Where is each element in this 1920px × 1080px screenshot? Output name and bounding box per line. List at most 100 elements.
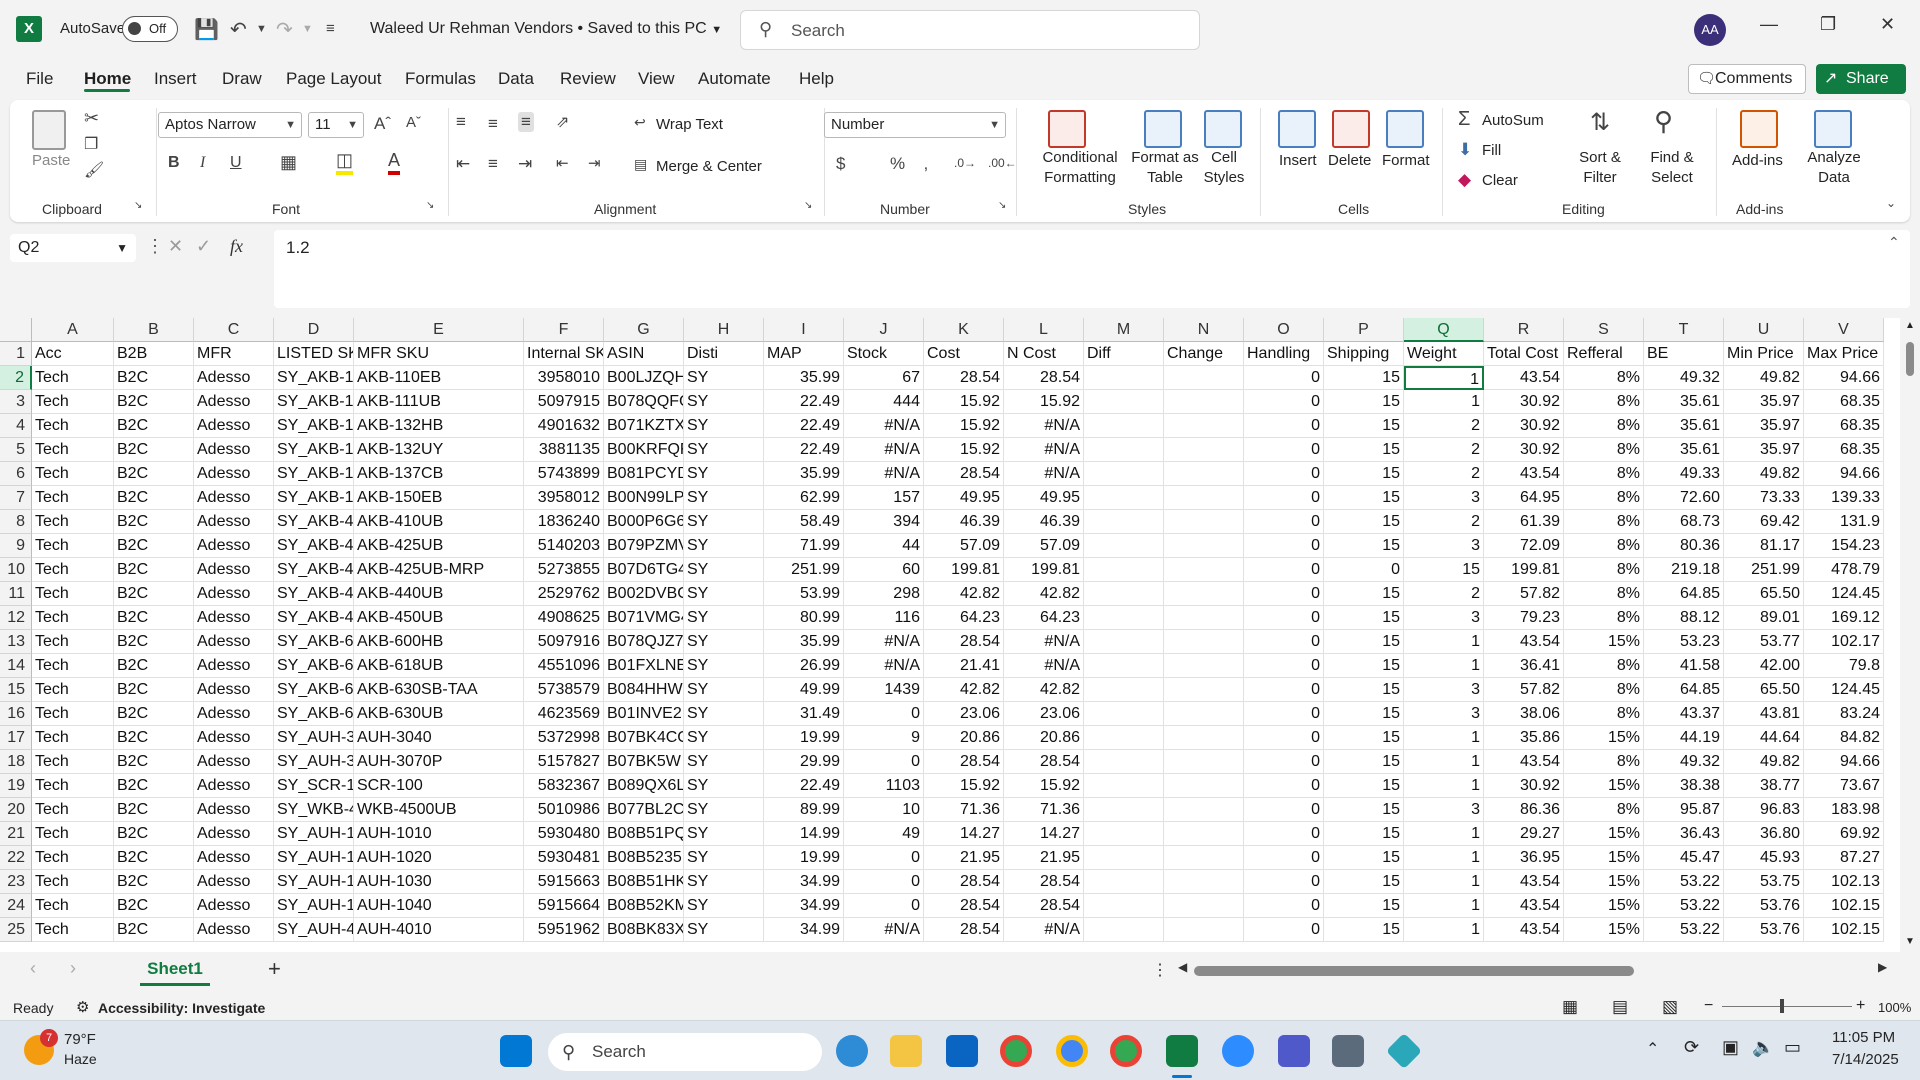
header-cell[interactable]: N Cost	[1004, 342, 1084, 366]
table-cell[interactable]: 5372998	[524, 726, 604, 750]
table-cell[interactable]: 9	[844, 726, 924, 750]
zoom-app-icon[interactable]	[1222, 1035, 1254, 1067]
table-cell[interactable]: 44.19	[1644, 726, 1724, 750]
table-cell[interactable]: 49.95	[924, 486, 1004, 510]
table-cell[interactable]: AUH-1030	[354, 870, 524, 894]
table-cell[interactable]: 1439	[844, 678, 924, 702]
table-cell[interactable]: AKB-150EB	[354, 486, 524, 510]
table-cell[interactable]: 22.49	[764, 438, 844, 462]
table-cell[interactable]	[1084, 702, 1164, 726]
table-cell[interactable]: 34.99	[764, 918, 844, 942]
customize-qat-icon[interactable]: ≡	[326, 20, 335, 37]
table-cell[interactable]: SY	[684, 750, 764, 774]
column-header[interactable]: N	[1164, 318, 1244, 342]
table-cell[interactable]: 1	[1404, 654, 1484, 678]
undo-icon[interactable]: ↶	[230, 17, 247, 42]
accessibility-status[interactable]: Accessibility: Investigate	[98, 1000, 265, 1016]
table-cell[interactable]: 28.54	[1004, 366, 1084, 390]
table-cell[interactable]: 15.92	[1004, 390, 1084, 414]
row-header[interactable]: 21	[0, 822, 32, 846]
table-cell[interactable]: 15	[1324, 582, 1404, 606]
table-cell[interactable]: B2C	[114, 702, 194, 726]
table-cell[interactable]: Adesso	[194, 702, 274, 726]
table-cell[interactable]: 3	[1404, 606, 1484, 630]
table-cell[interactable]: 43.81	[1724, 702, 1804, 726]
table-cell[interactable]: SY_AKB-425UB-MRP	[274, 558, 354, 582]
table-cell[interactable]: 14.99	[764, 822, 844, 846]
table-cell[interactable]: Tech	[32, 486, 114, 510]
table-cell[interactable]	[1164, 726, 1244, 750]
tab-data[interactable]: Data	[498, 69, 534, 89]
table-cell[interactable]: 15	[1324, 870, 1404, 894]
table-cell[interactable]	[1164, 702, 1244, 726]
table-cell[interactable]: 28.54	[1004, 870, 1084, 894]
delete-cells-icon[interactable]	[1332, 110, 1370, 148]
chrome-profile-icon[interactable]	[1110, 1035, 1142, 1067]
table-cell[interactable]: 0	[844, 894, 924, 918]
table-cell[interactable]	[1084, 870, 1164, 894]
table-cell[interactable]: 251.99	[1724, 558, 1804, 582]
redo-dropdown-icon[interactable]: ▼	[302, 23, 313, 35]
table-cell[interactable]: 5738579	[524, 678, 604, 702]
align-center-icon[interactable]: ≡	[488, 154, 498, 174]
table-cell[interactable]: Adesso	[194, 918, 274, 942]
table-cell[interactable]: 15	[1324, 534, 1404, 558]
table-cell[interactable]: 28.54	[924, 462, 1004, 486]
document-title[interactable]: Waleed Ur Rehman Vendors • Saved to this…	[370, 20, 722, 38]
add-sheet-icon[interactable]: +	[268, 956, 281, 982]
table-cell[interactable]: 28.54	[1004, 750, 1084, 774]
table-cell[interactable]: 69.42	[1724, 510, 1804, 534]
table-cell[interactable]: 3	[1404, 702, 1484, 726]
table-cell[interactable]: 35.99	[764, 366, 844, 390]
table-cell[interactable]: Adesso	[194, 894, 274, 918]
align-right-icon[interactable]: ⇥	[518, 154, 532, 174]
table-cell[interactable]: 15	[1324, 414, 1404, 438]
sheet-tab[interactable]: Sheet1	[140, 954, 210, 986]
table-cell[interactable]: 10	[844, 798, 924, 822]
table-cell[interactable]: 124.45	[1804, 678, 1884, 702]
header-cell[interactable]: Cost	[924, 342, 1004, 366]
table-cell[interactable]: Adesso	[194, 462, 274, 486]
table-cell[interactable]: Tech	[32, 918, 114, 942]
table-cell[interactable]	[1164, 798, 1244, 822]
table-cell[interactable]: 15%	[1564, 630, 1644, 654]
enter-icon[interactable]: ✓	[196, 236, 211, 257]
table-cell[interactable]: 72.60	[1644, 486, 1724, 510]
column-header[interactable]: L	[1004, 318, 1084, 342]
table-cell[interactable]: 394	[844, 510, 924, 534]
table-cell[interactable]: 15.92	[924, 414, 1004, 438]
table-cell[interactable]: 53.22	[1644, 870, 1724, 894]
table-cell[interactable]: 35.61	[1644, 390, 1724, 414]
table-cell[interactable]: B2C	[114, 582, 194, 606]
table-cell[interactable]: 4623569	[524, 702, 604, 726]
table-cell[interactable]: 1	[1404, 870, 1484, 894]
header-cell[interactable]: Min Price	[1724, 342, 1804, 366]
tab-view[interactable]: View	[638, 69, 675, 89]
tab-review[interactable]: Review	[560, 69, 616, 89]
table-cell[interactable]: 0	[1244, 654, 1324, 678]
table-cell[interactable]: 15	[1324, 654, 1404, 678]
table-cell[interactable]	[1164, 558, 1244, 582]
table-cell[interactable]: SY_AUH-1010	[274, 822, 354, 846]
table-cell[interactable]: 0	[1244, 846, 1324, 870]
table-cell[interactable]: 15	[1324, 774, 1404, 798]
chrome-icon[interactable]	[1000, 1035, 1032, 1067]
table-cell[interactable]: 69.92	[1804, 822, 1884, 846]
table-cell[interactable]: SY	[684, 414, 764, 438]
cell-styles-icon[interactable]	[1204, 110, 1242, 148]
header-cell[interactable]: LISTED SKU	[274, 342, 354, 366]
table-cell[interactable]: 20.86	[1004, 726, 1084, 750]
table-cell[interactable]	[1164, 894, 1244, 918]
table-cell[interactable]	[1084, 798, 1164, 822]
table-cell[interactable]: 79.8	[1804, 654, 1884, 678]
header-cell[interactable]: Handling	[1244, 342, 1324, 366]
select-all-corner[interactable]	[0, 318, 32, 342]
table-cell[interactable]: SY_AUH-3040	[274, 726, 354, 750]
table-cell[interactable]	[1084, 486, 1164, 510]
table-cell[interactable]: SY_AKB-150EB	[274, 486, 354, 510]
table-cell[interactable]: 81.17	[1724, 534, 1804, 558]
table-cell[interactable]: SY_AKB-618UB	[274, 654, 354, 678]
table-cell[interactable]: #N/A	[844, 438, 924, 462]
table-cell[interactable]: 71.36	[924, 798, 1004, 822]
save-icon[interactable]: 💾	[194, 17, 219, 42]
